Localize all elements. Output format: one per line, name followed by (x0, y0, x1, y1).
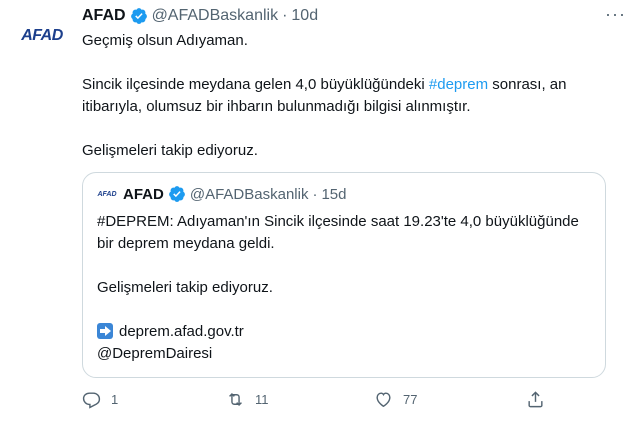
reply-count: 1 (111, 392, 119, 407)
separator-dot: · (282, 7, 288, 24)
afad-logo: AFAD (21, 27, 63, 44)
hashtag-link[interactable]: #deprem (429, 76, 488, 93)
author-name[interactable]: AFAD (82, 7, 126, 25)
author-handle[interactable]: @AFADBaskanlik (152, 7, 279, 25)
tweet-text: Geçmiş olsun Adıyaman. Sincik ilçesinde … (82, 30, 622, 162)
heart-icon (376, 392, 391, 408)
tweet-text-part: Sincik ilçesinde meydana gelen 4,0 büyük… (82, 76, 429, 93)
quoted-tweet-text: #DEPREM: Adıyaman'ın Sincik ilçesinde sa… (97, 211, 587, 365)
quoted-mention[interactable]: @DepremDairesi (97, 343, 587, 365)
afad-logo-small: AFAD (97, 190, 117, 198)
reply-icon (82, 392, 101, 409)
like-count: 77 (403, 392, 418, 407)
arrow-right-icon (97, 323, 113, 339)
retweet-count: 11 (255, 392, 269, 407)
separator-dot: · (312, 185, 318, 203)
reply-button[interactable]: 1 (82, 390, 118, 409)
quoted-link[interactable]: deprem.afad.gov.tr (119, 323, 244, 340)
quoted-author-name: AFAD (123, 185, 164, 203)
quoted-line-1: #DEPREM: Adıyaman'ın Sincik ilçesinde sa… (97, 213, 579, 252)
retweet-icon (229, 392, 242, 407)
tweet-line-1: Geçmiş olsun Adıyaman. (82, 32, 248, 49)
retweet-button[interactable]: 11 (226, 390, 269, 409)
tweet-line-3: Gelişmeleri takip ediyoruz. (82, 142, 258, 159)
more-options-icon[interactable]: ··· (605, 4, 626, 25)
quoted-avatar: AFAD (97, 184, 117, 204)
tweet-header: AFAD @AFADBaskanlik · 10d (82, 6, 318, 26)
quoted-tweet-header: AFAD AFAD @AFADBaskanlik · 15d (97, 184, 346, 204)
quoted-link-line: deprem.afad.gov.tr (97, 321, 587, 343)
quoted-line-2: Gelişmeleri takip ediyoruz. (97, 279, 273, 296)
quoted-timestamp: 15d (321, 185, 347, 203)
share-button[interactable] (526, 390, 555, 409)
avatar[interactable]: AFAD (14, 8, 70, 64)
tweet-line-2: Sincik ilçesinde meydana gelen 4,0 büyük… (82, 74, 622, 118)
tweet-actions: 1 11 77 (82, 390, 552, 414)
share-icon (528, 391, 543, 408)
verified-badge-icon (168, 186, 185, 202)
quoted-tweet[interactable]: AFAD AFAD @AFADBaskanlik · 15d #DEPREM: … (82, 172, 606, 378)
quoted-author-handle: @AFADBaskanlik (189, 185, 309, 203)
like-button[interactable]: 77 (374, 390, 417, 409)
verified-badge-icon (130, 8, 147, 24)
tweet-timestamp[interactable]: 10d (291, 7, 318, 25)
